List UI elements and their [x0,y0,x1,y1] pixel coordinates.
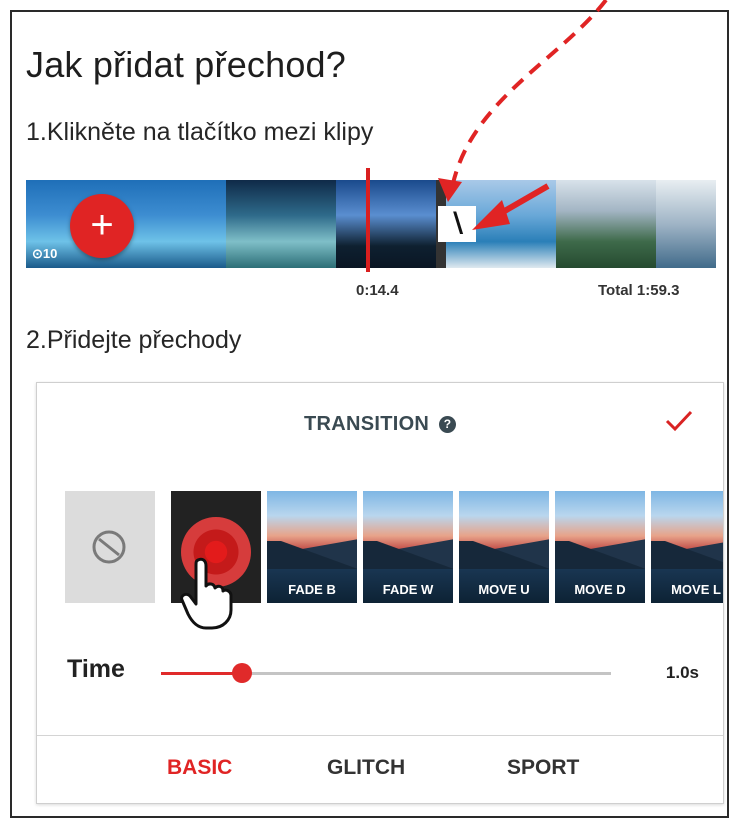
help-icon[interactable]: ? [439,416,457,433]
transition-effects-list[interactable]: FADE B FADE W MOVE U MOVE D MOVE L [65,489,723,605]
panel-title: TRANSITION ? [37,413,723,436]
pointing-hand-icon [180,557,233,630]
step-2-text: 2.Přidejte přechody [26,326,242,354]
effect-move-left[interactable]: MOVE L [651,491,723,603]
slider-handle[interactable] [232,663,252,683]
effect-move-up[interactable]: MOVE U [459,491,549,603]
panel-title-text: TRANSITION [303,413,430,435]
slider-fill [161,672,242,675]
effect-none[interactable] [65,491,155,603]
effect-fade-white[interactable]: FADE W [363,491,453,603]
confirm-check-button[interactable] [657,403,701,447]
duration-slider[interactable] [161,663,611,683]
tab-basic[interactable]: BASIC [167,756,232,780]
check-icon [665,410,693,432]
transition-panel: TRANSITION ? FADE B FADE W MOVE U MOVE D… [36,382,724,804]
effect-label: MOVE U [478,582,530,597]
none-icon [92,530,126,564]
effect-fade-black[interactable]: FADE B [267,491,357,603]
effect-label: FADE W [382,582,434,597]
effect-move-down[interactable]: MOVE D [555,491,645,603]
effect-label: FADE B [288,582,336,597]
effect-label: MOVE L [671,582,721,597]
tab-glitch[interactable]: GLITCH [327,756,405,780]
transition-category-tabs: BASIC GLITCH SPORT [37,735,723,802]
duration-value: 1.0s [665,663,699,682]
tab-sport[interactable]: SPORT [507,756,579,780]
effect-label: MOVE D [574,582,626,597]
time-label: Time [67,655,125,683]
